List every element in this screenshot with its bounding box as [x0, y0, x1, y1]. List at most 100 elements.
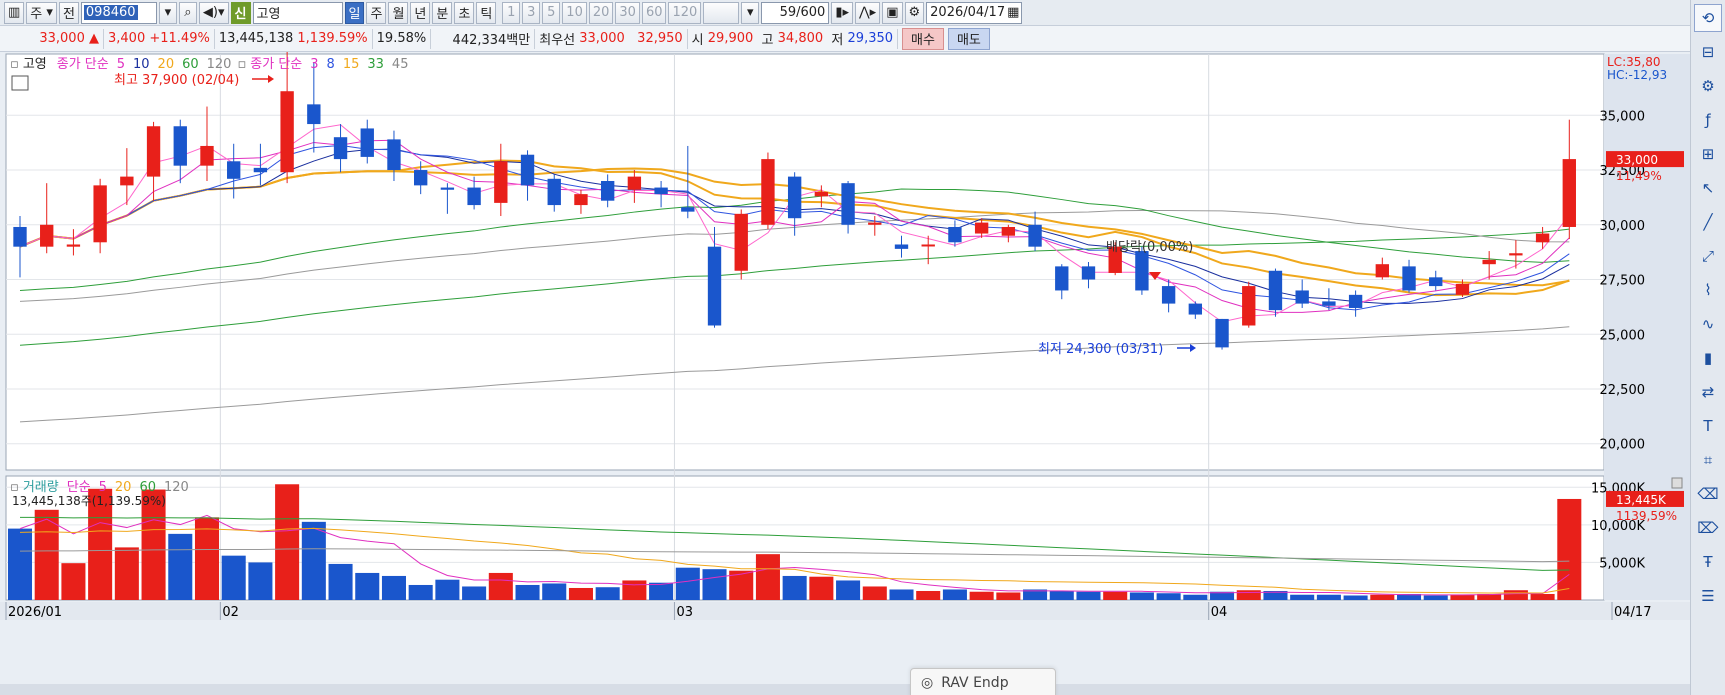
candle-body[interactable]	[120, 176, 134, 186]
candle-body[interactable]	[547, 178, 561, 206]
candle-body[interactable]	[1429, 277, 1443, 287]
volume-bar[interactable]	[1183, 594, 1208, 600]
volume-bar[interactable]	[969, 591, 994, 600]
interval-tab-0[interactable]: 1	[502, 1, 521, 24]
period-tab-1[interactable]: 주	[366, 1, 387, 24]
save-icon[interactable]: ▣	[882, 1, 903, 24]
period-tab-0[interactable]: 일	[344, 1, 365, 24]
arrow-tool-icon[interactable]: ⇄	[1694, 378, 1722, 406]
bar-count-field[interactable]: 59/600	[761, 1, 830, 24]
volume-bar[interactable]	[328, 563, 353, 600]
candle-body[interactable]	[574, 194, 588, 206]
volume-bar[interactable]	[114, 547, 139, 600]
volume-bar[interactable]	[515, 584, 540, 600]
candle-body[interactable]	[814, 191, 829, 197]
candle-body[interactable]	[1562, 159, 1576, 227]
text-tool-icon[interactable]: T	[1694, 412, 1722, 440]
line-compare-icon[interactable]: ⋀▸	[855, 1, 881, 24]
candle-body[interactable]	[1135, 251, 1149, 291]
volume-bar[interactable]	[702, 569, 727, 600]
interval-tab-1[interactable]: 3	[522, 1, 541, 24]
wave-icon[interactable]: ∿	[1694, 310, 1722, 338]
volume-bar[interactable]	[675, 567, 700, 600]
candle-body[interactable]	[280, 91, 294, 173]
interval-tab-5[interactable]: 30	[615, 1, 640, 24]
volume-bar[interactable]	[942, 589, 967, 600]
volume-bar[interactable]	[836, 580, 861, 600]
candle-body[interactable]	[1348, 294, 1363, 308]
layout-icon[interactable]: ▥	[4, 1, 25, 24]
calendar-icon[interactable]: ▦	[1007, 5, 1019, 20]
candle-body[interactable]	[146, 126, 161, 177]
formula-icon[interactable]: ƒ	[1694, 106, 1722, 134]
candle-body[interactable]	[1028, 224, 1042, 247]
candle-body[interactable]	[1322, 301, 1336, 306]
candle-body[interactable]	[681, 207, 695, 212]
candle-body[interactable]	[894, 244, 909, 249]
period-tab-3[interactable]: 년	[410, 1, 431, 24]
candle-icon[interactable]: ▮	[1694, 344, 1722, 372]
volume-bar[interactable]	[916, 590, 941, 600]
interval-dropdown-icon[interactable]: ▾	[741, 1, 760, 24]
period-tab-4[interactable]: 분	[432, 1, 453, 24]
candle-body[interactable]	[948, 226, 962, 243]
volume-bar[interactable]	[889, 589, 914, 600]
candle-body[interactable]	[173, 126, 187, 166]
volume-bar[interactable]	[649, 582, 674, 600]
settings-icon[interactable]: ⚙	[1694, 72, 1722, 100]
candle-body[interactable]	[1161, 286, 1176, 304]
candle-body[interactable]	[1081, 266, 1096, 280]
list-icon[interactable]: ☰	[1694, 582, 1722, 610]
candle-body[interactable]	[66, 244, 81, 247]
volume-bar[interactable]	[1503, 590, 1528, 600]
candle-body[interactable]	[1455, 283, 1470, 295]
candle-body[interactable]	[1242, 286, 1256, 326]
scroll-strip[interactable]	[0, 684, 1690, 695]
candle-body[interactable]	[253, 167, 268, 173]
candle-body[interactable]	[841, 183, 855, 225]
interval-tab-4[interactable]: 20	[588, 1, 614, 24]
trendline-icon[interactable]: ╱	[1694, 208, 1722, 236]
custom-interval-input[interactable]	[703, 1, 740, 24]
candle-body[interactable]	[414, 170, 428, 186]
candle-body[interactable]	[734, 213, 748, 271]
candle-body[interactable]	[1001, 226, 1016, 236]
prev-button[interactable]: 전	[58, 1, 79, 24]
candle-body[interactable]	[440, 187, 455, 190]
volume-bar[interactable]	[862, 586, 887, 600]
interval-tab-2[interactable]: 5	[542, 1, 561, 24]
candle-body[interactable]	[360, 128, 374, 157]
volume-bar[interactable]	[1049, 590, 1074, 600]
volume-bar[interactable]	[1530, 593, 1555, 600]
volume-bar[interactable]	[1557, 498, 1582, 600]
speaker-icon[interactable]: ◀)▾	[198, 1, 229, 24]
interval-tab-3[interactable]: 10	[562, 1, 587, 24]
candle-body[interactable]	[600, 180, 615, 201]
eraser-icon[interactable]: ⌫	[1694, 480, 1722, 508]
volume-bar[interactable]	[301, 521, 326, 600]
code-dropdown-icon[interactable]: ▾	[158, 1, 177, 24]
period-tab-2[interactable]: 월	[388, 1, 409, 24]
indicator-add-icon[interactable]: ⊞	[1694, 140, 1722, 168]
candle-body[interactable]	[1375, 264, 1389, 278]
stock-code-input[interactable]: 098460	[80, 1, 157, 24]
candle-body[interactable]	[227, 161, 241, 179]
market-select[interactable]: 주 ▾	[26, 1, 57, 24]
candle-body[interactable]	[1268, 270, 1283, 311]
date-picker[interactable]: 2026/04/17 ▦	[926, 1, 1023, 24]
volume-bar[interactable]	[1316, 594, 1341, 600]
volume-bar[interactable]	[381, 575, 406, 600]
search-icon[interactable]: ⌕	[178, 1, 197, 24]
volume-bar[interactable]	[408, 584, 433, 600]
volume-bar[interactable]	[1290, 594, 1315, 600]
candlestick-chart[interactable]: 35,00032,50030,00027,50025,00022,50020,0…	[0, 52, 1690, 684]
candle-body[interactable]	[387, 139, 401, 171]
volume-bar[interactable]	[488, 572, 513, 600]
candle-body[interactable]	[707, 246, 722, 326]
price-pane[interactable]	[5, 53, 1605, 471]
volume-bar[interactable]	[1156, 593, 1181, 600]
candle-body[interactable]	[1482, 259, 1496, 265]
candle-body[interactable]	[1215, 318, 1229, 348]
stock-name-field[interactable]: 고영	[252, 1, 343, 24]
volume-bar[interactable]	[622, 580, 647, 600]
